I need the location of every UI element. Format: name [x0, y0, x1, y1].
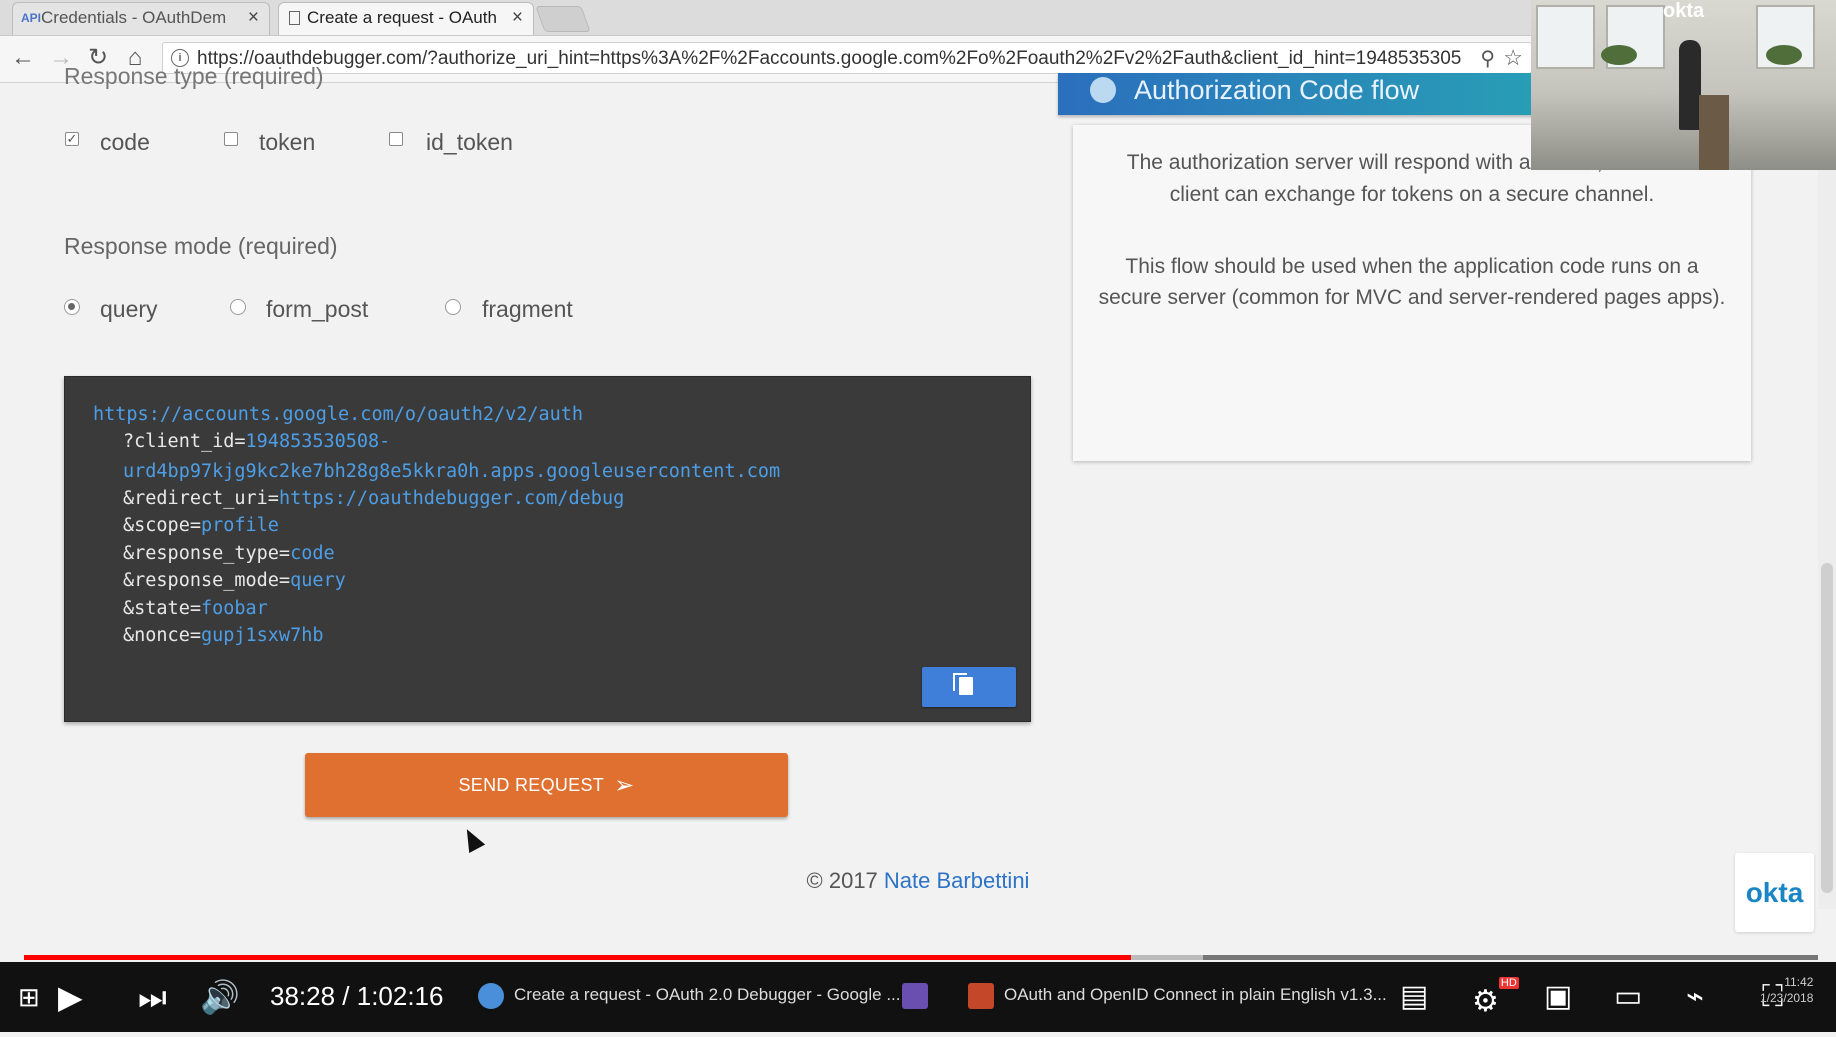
- code-line: &redirect_uri=https://oauthdebugger.com/…: [123, 488, 625, 509]
- windows-start-icon[interactable]: ⊞: [18, 962, 40, 1032]
- back-arrow-icon[interactable]: ←: [8, 44, 38, 72]
- option-label-fragment: fragment: [482, 296, 573, 322]
- checkbox-code[interactable]: ✓: [65, 132, 79, 146]
- powerpoint-icon: [968, 982, 994, 1009]
- tab-label: Create a request - OAuth: [307, 8, 497, 27]
- webcam-video-inset: okta: [1531, 0, 1836, 170]
- tab-credentials[interactable]: API Credentials - OAuthDem ×: [12, 2, 270, 35]
- code-line: &state=foobar: [123, 598, 268, 619]
- response-mode-label: Response mode (required): [64, 233, 338, 259]
- code-line: &response_mode=query: [123, 570, 346, 591]
- flow-description-card: The authorization server will respond wi…: [1073, 125, 1751, 461]
- scrollbar-thumb[interactable]: [1821, 563, 1833, 893]
- flow-header: Authorization Code flow: [1058, 73, 1578, 115]
- code-line: &nonce=gupj1sxw7hb: [123, 625, 324, 646]
- webcam-podium: [1699, 95, 1729, 170]
- flow-info-icon: [1090, 77, 1116, 103]
- paper-plane-icon: ➢: [614, 772, 635, 799]
- checkbox-token[interactable]: [224, 132, 238, 146]
- url-text[interactable]: https://oauthdebugger.com/?authorize_uri…: [197, 48, 1462, 70]
- footer: © 2017 Nate Barbettini: [0, 868, 1836, 903]
- player-controls: ⊞ ▶ ⏭ 🔊 38:28 / 1:02:16 Create a request…: [0, 962, 1836, 1032]
- miniplayer-icon[interactable]: ▣: [1544, 962, 1572, 1032]
- response-type-label: Response type (required): [64, 63, 324, 89]
- api-favicon: API: [21, 11, 42, 25]
- author-link[interactable]: Nate Barbettini: [884, 868, 1030, 893]
- taskbar-item-powerpoint[interactable]: OAuth and OpenID Connect in plain Englis…: [968, 970, 1387, 1020]
- option-label-query: query: [100, 296, 158, 322]
- radio-fragment[interactable]: [445, 299, 461, 315]
- close-tab-icon[interactable]: ×: [512, 3, 523, 33]
- request-url-code-block: https://accounts.google.com/o/oauth2/v2/…: [64, 376, 1031, 722]
- page-scrollbar[interactable]: [1818, 83, 1836, 909]
- flow-title: Authorization Code flow: [1134, 75, 1420, 105]
- video-progress-bar[interactable]: [24, 955, 1818, 960]
- code-line: &scope=profile: [123, 515, 279, 536]
- send-request-button[interactable]: SEND REQUEST ➢: [305, 753, 788, 817]
- webcam-presenter: [1679, 40, 1701, 130]
- code-line: &response_type=code: [123, 543, 335, 564]
- hd-badge: HD: [1498, 977, 1519, 989]
- code-line: urd4bp97kjg9kc2ke7bh28g8e5kkra0h.apps.go…: [123, 461, 781, 482]
- option-label-token: token: [259, 129, 316, 155]
- new-tab-button[interactable]: [535, 6, 591, 32]
- close-tab-icon[interactable]: ×: [248, 3, 259, 33]
- okta-logo: okta: [1735, 853, 1814, 932]
- chrome-icon: [478, 982, 504, 1009]
- taskbar-item-chrome[interactable]: Create a request - OAuth 2.0 Debugger - …: [478, 970, 901, 1020]
- mouse-cursor: [458, 825, 486, 853]
- tab-label: Credentials - OAuthDem: [41, 8, 227, 27]
- option-label-form-post: form_post: [266, 296, 369, 322]
- time-display: 38:28 / 1:02:16: [270, 981, 444, 1011]
- copyright-text: © 2017: [806, 868, 878, 893]
- next-icon[interactable]: ⏭: [138, 962, 167, 1032]
- subtitles-icon[interactable]: ▤: [1400, 962, 1428, 1032]
- radio-form-post[interactable]: [230, 299, 246, 315]
- send-request-label: SEND REQUEST: [458, 775, 605, 795]
- bookmark-star-icon[interactable]: ☆: [1503, 45, 1523, 71]
- option-label-code: code: [100, 129, 150, 155]
- webcam-window: [1536, 5, 1595, 69]
- webcam-plant: [1766, 45, 1802, 65]
- play-icon[interactable]: ▶: [58, 962, 83, 1032]
- checkbox-id-token[interactable]: [389, 132, 403, 146]
- document-icon: [289, 11, 300, 25]
- cast-icon[interactable]: ⌁: [1686, 962, 1704, 1032]
- copy-icon: [953, 673, 973, 695]
- page-content: Response type (required) ✓ code token id…: [0, 63, 1836, 932]
- code-line: ?client_id=194853530508-: [123, 431, 391, 452]
- settings-gear-icon[interactable]: ⚙HD: [1472, 962, 1519, 1037]
- theater-mode-icon[interactable]: ▭: [1614, 962, 1642, 1032]
- system-clock: 11:42 1/23/2018: [1760, 975, 1814, 1005]
- zoom-icon[interactable]: ⚲: [1480, 46, 1495, 71]
- copy-button[interactable]: [922, 667, 1016, 707]
- flow-paragraph-2: This flow should be used when the applic…: [1098, 255, 1726, 309]
- code-line: https://accounts.google.com/o/oauth2/v2/…: [93, 404, 584, 425]
- address-bar[interactable]: i https://oauthdebugger.com/?authorize_u…: [162, 42, 1532, 74]
- webcam-okta-sign: okta: [1663, 0, 1705, 22]
- taskbar-item-visual-studio[interactable]: [902, 970, 938, 1020]
- radio-query[interactable]: [64, 299, 80, 315]
- volume-icon[interactable]: 🔊: [200, 962, 240, 1032]
- played-bar: [24, 955, 1131, 960]
- tab-create-request[interactable]: Create a request - OAuth ×: [278, 2, 534, 35]
- visual-studio-icon: [902, 982, 928, 1009]
- webcam-plant: [1601, 45, 1637, 65]
- option-label-id-token: id_token: [426, 129, 513, 155]
